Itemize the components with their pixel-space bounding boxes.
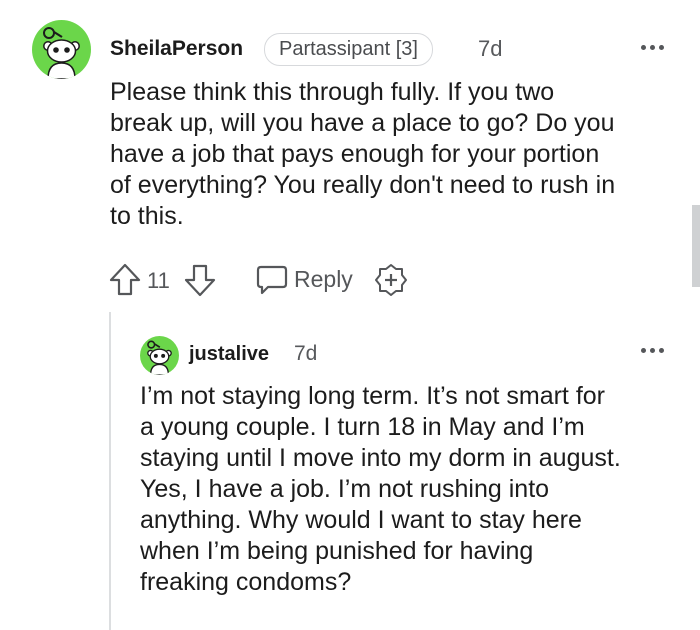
reply-label[interactable]: Reply	[294, 266, 353, 293]
more-dots-icon[interactable]	[641, 43, 667, 51]
arrow-up-icon[interactable]	[109, 263, 141, 297]
arrow-down-icon[interactable]	[184, 263, 216, 297]
more-dots-icon[interactable]	[641, 346, 667, 354]
speech-bubble-icon	[256, 265, 288, 295]
scrollbar[interactable]	[692, 205, 700, 287]
plus-badge-icon[interactable]	[374, 263, 408, 297]
thread-line[interactable]	[109, 312, 111, 630]
reply-timestamp: 7d	[294, 342, 318, 365]
user-flair: Partassipant [3]	[264, 33, 433, 66]
snoo-avatar-icon[interactable]	[32, 20, 91, 79]
snoo-avatar-icon[interactable]	[140, 336, 179, 375]
reply-username[interactable]: justalive	[189, 343, 269, 366]
comment-timestamp: 7d	[478, 36, 503, 61]
comment-username[interactable]: SheilaPerson	[110, 37, 243, 61]
comment-body: Please think this through fully. If you …	[110, 78, 616, 230]
reply-body: I’m not staying long term. It’s not smar…	[140, 382, 621, 596]
vote-count: 11	[147, 268, 170, 293]
